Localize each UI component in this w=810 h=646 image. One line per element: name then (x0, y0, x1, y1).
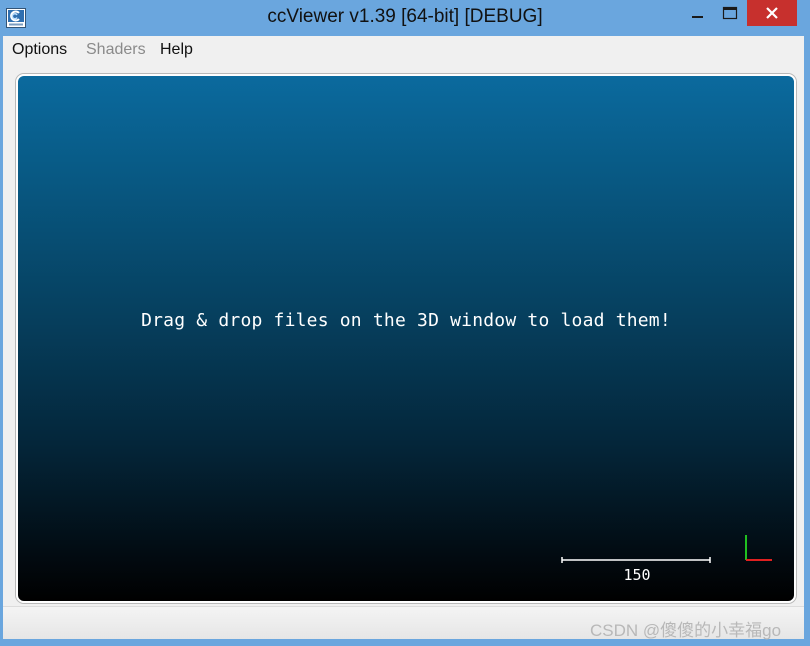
3d-view-canvas[interactable]: Drag & drop files on the 3D window to lo… (16, 74, 796, 603)
app-window: ccViewer v1.39 [64-bit] [DEBUG] Options … (0, 0, 810, 646)
drop-hint-text: Drag & drop files on the 3D window to lo… (141, 310, 671, 331)
maximize-button[interactable] (712, 0, 748, 26)
title-bar[interactable]: ccViewer v1.39 [64-bit] [DEBUG] (0, 0, 810, 36)
close-button[interactable] (747, 0, 797, 26)
menu-help[interactable]: Help (160, 41, 193, 59)
menu-bar: Options Shaders Help (3, 36, 804, 66)
minimize-icon (692, 16, 703, 18)
maximize-icon (722, 6, 738, 20)
menu-shaders[interactable]: Shaders (86, 41, 146, 59)
minimize-button[interactable] (680, 0, 716, 26)
scale-bar-label: 150 (623, 566, 651, 584)
menu-options[interactable]: Options (12, 41, 67, 59)
close-icon (766, 7, 778, 19)
scale-bar (561, 557, 711, 563)
watermark-text: CSDN @傻傻的小幸福go (590, 621, 782, 640)
axis-trihedron-icon (745, 535, 772, 561)
